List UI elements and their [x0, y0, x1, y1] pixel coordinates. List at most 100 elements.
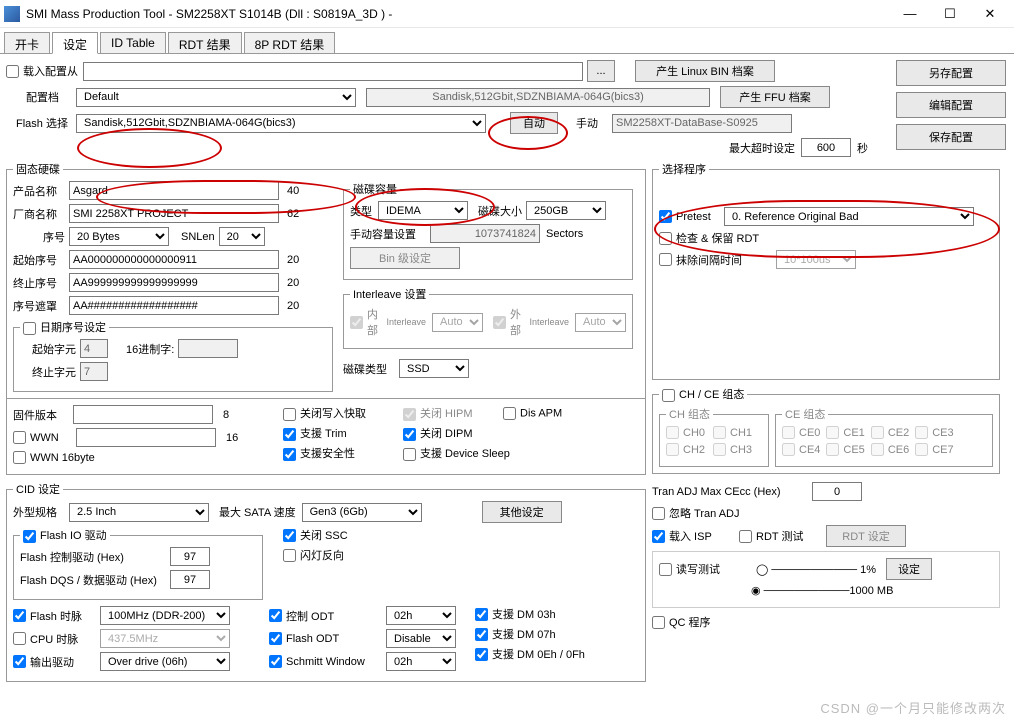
tab-settings[interactable]: 设定 — [52, 32, 98, 54]
rw-set-button[interactable]: 设定 — [886, 558, 932, 580]
rdt-test-checkbox[interactable] — [739, 530, 752, 543]
load-from-input[interactable] — [83, 62, 583, 81]
dm03-checkbox[interactable] — [475, 608, 488, 621]
bin-level-button[interactable]: Bin 级设定 — [350, 247, 460, 269]
serial-select[interactable]: 20 Bytes — [69, 227, 169, 246]
pretest-checkbox[interactable] — [659, 210, 672, 223]
check-rdt-checkbox[interactable] — [659, 232, 672, 245]
ignore-tran-checkbox[interactable] — [652, 507, 665, 520]
pretest-select[interactable]: 0. Reference Original Bad — [724, 207, 974, 226]
close-dipm-checkbox[interactable] — [403, 428, 416, 441]
gen-ffu-button[interactable]: 产生 FFU 档案 — [720, 86, 830, 108]
mask-input[interactable] — [69, 296, 279, 315]
watermark: CSDN @一个月只能修改两次 — [820, 698, 1006, 717]
max-over-input[interactable] — [801, 138, 851, 157]
flash-select-label: Flash 选择 — [16, 115, 76, 131]
out-drv-checkbox[interactable] — [13, 655, 26, 668]
tab-rdt[interactable]: RDT 结果 — [168, 32, 242, 53]
flash-clk-select[interactable]: 100MHz (DDR-200) — [100, 606, 230, 625]
product-name-input[interactable] — [69, 181, 279, 200]
manual-label: 手动 — [576, 115, 598, 131]
safe-checkbox[interactable] — [283, 448, 296, 461]
dis-apm-checkbox[interactable] — [503, 407, 516, 420]
close-hipm-checkbox — [403, 408, 416, 421]
outer-auto-select: Auto — [575, 313, 626, 332]
flash-clk-checkbox[interactable] — [13, 609, 26, 622]
form-factor-select[interactable]: 2.5 Inch — [69, 503, 209, 522]
tab-8prdt[interactable]: 8P RDT 结果 — [244, 32, 336, 53]
flash-select[interactable]: Sandisk,512Gbit,SDZNBIAMA-064G(bics3) — [76, 114, 486, 133]
disk-type-select[interactable]: SSD — [399, 359, 469, 378]
close-button[interactable]: ✕ — [970, 2, 1010, 26]
tab-kaika[interactable]: 开卡 — [4, 32, 50, 53]
schmitt-select[interactable]: 02h — [386, 652, 456, 671]
browse-button[interactable]: ... — [587, 60, 615, 82]
inner-auto-select: Auto — [432, 313, 483, 332]
erase-int-select: 10*100us — [776, 250, 856, 269]
snlen-select[interactable]: 20 — [219, 227, 265, 246]
trim-checkbox[interactable] — [283, 428, 296, 441]
titlebar: SMI Mass Production Tool - SM2258XT S101… — [0, 0, 1014, 28]
flash-io-checkbox[interactable] — [23, 530, 36, 543]
hex-input — [178, 339, 238, 358]
load-from-checkbox[interactable] — [6, 65, 19, 78]
edit-config-button[interactable]: 编辑配置 — [896, 92, 1006, 118]
dm0e-checkbox[interactable] — [475, 648, 488, 661]
sata-speed-select[interactable]: Gen3 (6Gb) — [302, 503, 422, 522]
flash-ctrl-input[interactable] — [170, 547, 210, 566]
sec-label: 秒 — [857, 140, 868, 156]
qc-checkbox[interactable] — [652, 616, 665, 629]
start-char-input — [80, 339, 108, 358]
profile-label: 配置档 — [26, 89, 76, 105]
rw-test-checkbox[interactable] — [659, 563, 672, 576]
gen-linux-button[interactable]: 产生 Linux BIN 档案 — [635, 60, 775, 82]
wwn16-checkbox[interactable] — [13, 451, 26, 464]
fw-ver-input[interactable] — [73, 405, 213, 424]
save-as-button[interactable]: 另存配置 — [896, 60, 1006, 86]
flash-desc — [366, 88, 710, 107]
outer-interleave-checkbox — [493, 316, 506, 329]
database-field — [612, 114, 792, 133]
dm07-checkbox[interactable] — [475, 628, 488, 641]
tab-idtable[interactable]: ID Table — [100, 32, 166, 53]
flash-odt-select[interactable]: Disable — [386, 629, 456, 648]
end-serial-input[interactable] — [69, 273, 279, 292]
date-sn-checkbox[interactable] — [23, 322, 36, 335]
end-char-input — [80, 362, 108, 381]
out-drv-select[interactable]: Over drive (06h) — [100, 652, 230, 671]
rdt-set-button[interactable]: RDT 设定 — [826, 525, 906, 547]
ssd-fieldset: 固态硬碟 产品名称40 厂商名称62 序号20 BytesSNLen20 起始序… — [6, 161, 646, 399]
vendor-input[interactable] — [69, 204, 279, 223]
ctrl-odt-checkbox[interactable] — [269, 609, 282, 622]
cap-size-select[interactable]: 250GB — [526, 201, 606, 220]
profile-select[interactable]: Default — [76, 88, 356, 107]
dev-sleep-checkbox[interactable] — [403, 448, 416, 461]
flash-odt-checkbox[interactable] — [269, 632, 282, 645]
erase-int-checkbox[interactable] — [659, 253, 672, 266]
maximize-button[interactable]: ☐ — [930, 2, 970, 26]
close-ssc-checkbox[interactable] — [283, 529, 296, 542]
save-config-button[interactable]: 保存配置 — [896, 124, 1006, 150]
ctrl-odt-select[interactable]: 02h — [386, 606, 456, 625]
auto-button[interactable]: 自动 — [510, 112, 558, 134]
minimize-button[interactable]: — — [890, 2, 930, 26]
flash-dqs-input[interactable] — [170, 570, 210, 589]
sectors-input — [430, 224, 540, 243]
cap-type-select[interactable]: IDEMA — [378, 201, 468, 220]
cpu-clk-checkbox[interactable] — [13, 632, 26, 645]
tab-bar: 开卡 设定 ID Table RDT 结果 8P RDT 结果 — [0, 28, 1014, 54]
other-settings-button[interactable]: 其他设定 — [482, 501, 562, 523]
chce-checkbox[interactable] — [662, 389, 675, 402]
wwn-input[interactable] — [76, 428, 216, 447]
start-serial-input[interactable] — [69, 250, 279, 269]
cid-fieldset: CID 设定 外型规格2.5 Inch 最大 SATA 速度Gen3 (6Gb)… — [6, 481, 646, 682]
schmitt-checkbox[interactable] — [269, 655, 282, 668]
wwn-checkbox[interactable] — [13, 431, 26, 444]
max-over-label: 最大超时设定 — [729, 140, 795, 156]
window-title: SMI Mass Production Tool - SM2258XT S101… — [26, 7, 890, 21]
lamp-checkbox[interactable] — [283, 549, 296, 562]
tran-input[interactable] — [812, 482, 862, 501]
close-wr-checkbox[interactable] — [283, 408, 296, 421]
load-from-label: 载入配置从 — [23, 63, 83, 79]
load-isp-checkbox[interactable] — [652, 530, 665, 543]
